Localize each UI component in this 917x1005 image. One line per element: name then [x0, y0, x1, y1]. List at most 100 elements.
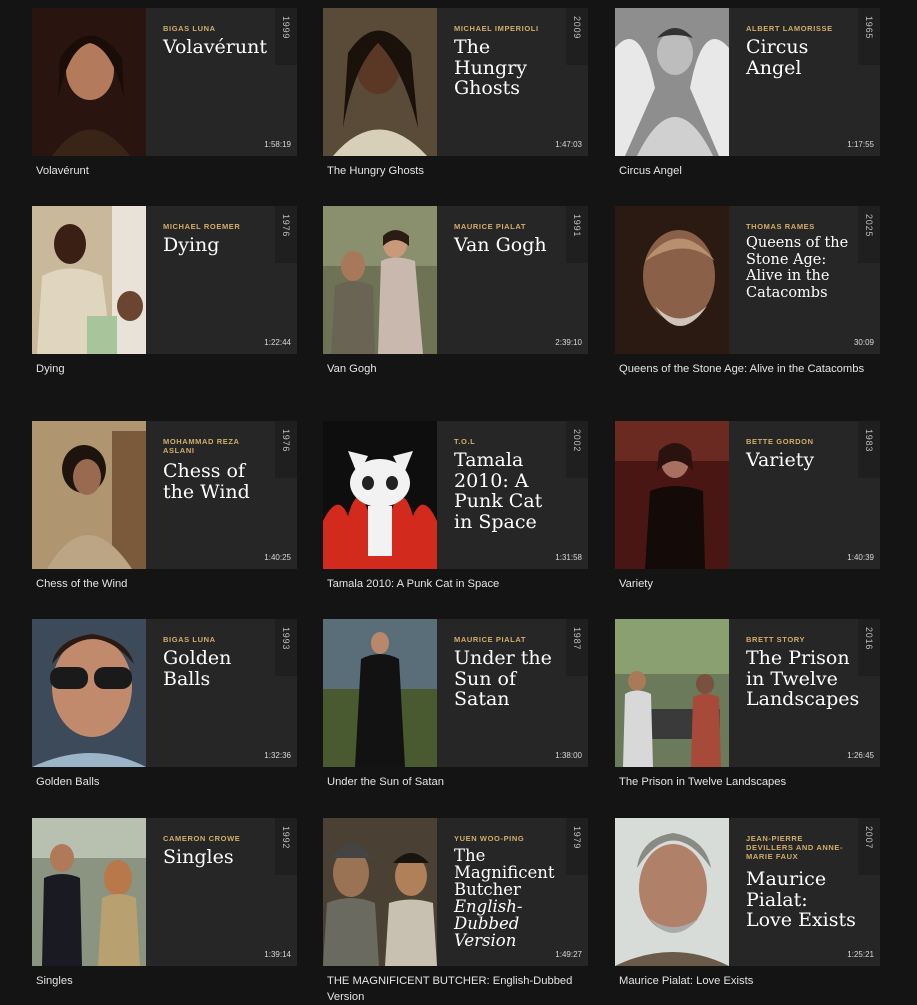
film-tile[interactable]: Maurice Pialat Van Gogh 1991 2:39:10 — [323, 206, 588, 354]
film-tile[interactable]: Michael Imperioli The Hungry Ghosts 2009… — [323, 8, 588, 156]
film-info: Bette Gordon Variety 1983 1:40:39 — [729, 421, 880, 569]
film-title: Golden Balls — [163, 647, 232, 690]
director-label: Yuen Woo-Ping — [454, 834, 525, 843]
film-title: Variety — [746, 449, 815, 471]
release-year: 1979 — [572, 826, 582, 850]
film-title: Queens of the Stone Age: Alive in the Ca… — [746, 235, 849, 301]
director-label: Brett Story — [746, 635, 806, 644]
film-tile[interactable]: Albert Lamorisse Circus Angel 1965 1:17:… — [615, 8, 880, 156]
film-thumbnail[interactable] — [32, 421, 146, 569]
duration-label: 2:39:10 — [555, 338, 582, 347]
duration-label: 1:31:58 — [555, 553, 582, 562]
film-thumbnail[interactable] — [32, 206, 146, 354]
release-year: 2002 — [572, 429, 582, 453]
film-title: Maurice Pialat: Love Exists — [746, 868, 856, 931]
film-info: Albert Lamorisse Circus Angel 1965 1:17:… — [729, 8, 880, 156]
film-thumbnail[interactable] — [323, 619, 437, 767]
film-info: Michael Roemer Dying 1976 1:22:44 — [146, 206, 297, 354]
film-thumbnail[interactable] — [615, 8, 729, 156]
film-caption[interactable]: The Prison in Twelve Landscapes — [619, 774, 869, 790]
film-caption[interactable]: Volavérunt — [36, 163, 286, 179]
duration-label: 1:40:39 — [847, 553, 874, 562]
film-tile[interactable]: Maurice Pialat Under the Sun of Satan 19… — [323, 619, 588, 767]
duration-label: 1:58:19 — [264, 140, 291, 149]
film-thumbnail[interactable] — [323, 8, 437, 156]
film-caption[interactable]: Van Gogh — [327, 361, 577, 377]
film-tile[interactable]: Bigas Luna Volavérunt 1999 1:58:19 — [32, 8, 297, 156]
release-year: 1976 — [281, 214, 291, 238]
film-info: Maurice Pialat Under the Sun of Satan 19… — [437, 619, 588, 767]
film-caption[interactable]: Variety — [619, 576, 869, 592]
film-caption[interactable]: The Hungry Ghosts — [327, 163, 577, 179]
film-info: Thomas Rames Queens of the Stone Age: Al… — [729, 206, 880, 354]
film-info: Brett Story The Prison in Twelve Landsca… — [729, 619, 880, 767]
director-label: Albert Lamorisse — [746, 24, 833, 33]
duration-label: 1:40:25 — [264, 553, 291, 562]
duration-label: 1:47:03 — [555, 140, 582, 149]
duration-label: 1:26:45 — [847, 751, 874, 760]
release-year: 1987 — [572, 627, 582, 651]
film-caption[interactable]: Chess of the Wind — [36, 576, 286, 592]
duration-label: 1:32:36 — [264, 751, 291, 760]
director-label: Maurice Pialat — [454, 222, 527, 231]
release-year: 2016 — [864, 627, 874, 651]
film-thumbnail[interactable] — [323, 818, 437, 966]
film-tile[interactable]: Michael Roemer Dying 1976 1:22:44 — [32, 206, 297, 354]
film-grid: Bigas Luna Volavérunt 1999 1:58:19 Volav… — [0, 0, 917, 1003]
film-thumbnail[interactable] — [32, 619, 146, 767]
film-caption[interactable]: Golden Balls — [36, 774, 286, 790]
film-tile[interactable]: Mohammad Reza Aslani Chess of the Wind 1… — [32, 421, 297, 569]
film-info: Cameron Crowe Singles 1992 1:39:14 — [146, 818, 297, 966]
film-tile[interactable]: T.O.L Tamala 2010: A Punk Cat in Space 2… — [323, 421, 588, 569]
duration-label: 1:39:14 — [264, 950, 291, 959]
film-thumbnail[interactable] — [32, 818, 146, 966]
film-caption[interactable]: Circus Angel — [619, 163, 869, 179]
film-caption[interactable]: Singles — [36, 973, 286, 989]
film-tile[interactable]: Jean-Pierre Devillers and Anne-Marie Fau… — [615, 818, 880, 966]
film-thumbnail[interactable] — [32, 8, 146, 156]
film-tile[interactable]: Bigas Luna Golden Balls 1993 1:32:36 — [32, 619, 297, 767]
film-tile[interactable]: Cameron Crowe Singles 1992 1:39:14 — [32, 818, 297, 966]
film-title: Singles — [163, 846, 234, 868]
film-info: Mohammad Reza Aslani Chess of the Wind 1… — [146, 421, 297, 569]
film-caption[interactable]: Tamala 2010: A Punk Cat in Space — [327, 576, 577, 592]
film-title: Van Gogh — [454, 234, 547, 256]
director-label: Bigas Luna — [163, 635, 216, 644]
film-info: Bigas Luna Volavérunt 1999 1:58:19 — [146, 8, 297, 156]
film-caption[interactable]: Queens of the Stone Age: Alive in the Ca… — [619, 361, 869, 377]
release-year: 2025 — [864, 214, 874, 238]
film-title: Under the Sun of Satan — [454, 647, 552, 710]
film-thumbnail[interactable] — [615, 619, 729, 767]
release-year: 1992 — [281, 826, 291, 850]
film-title: The Prison in Twelve Landscapes — [746, 647, 860, 710]
film-thumbnail[interactable] — [615, 421, 729, 569]
film-info: Jean-Pierre Devillers and Anne-Marie Fau… — [729, 818, 880, 966]
release-year: 1976 — [281, 429, 291, 453]
film-thumbnail[interactable] — [615, 818, 729, 966]
film-title: Chess of the Wind — [163, 460, 250, 503]
film-caption[interactable]: THE MAGNIFICENT BUTCHER: English-Dubbed … — [327, 973, 577, 1005]
film-thumbnail[interactable] — [323, 421, 437, 569]
duration-label: 1:17:55 — [847, 140, 874, 149]
director-label: Bigas Luna — [163, 24, 216, 33]
film-info: T.O.L Tamala 2010: A Punk Cat in Space 2… — [437, 421, 588, 569]
film-tile[interactable]: Thomas Rames Queens of the Stone Age: Al… — [615, 206, 880, 354]
director-label: Thomas Rames — [746, 222, 815, 231]
director-label: Cameron Crowe — [163, 834, 241, 843]
film-caption[interactable]: Maurice Pialat: Love Exists — [619, 973, 869, 989]
film-thumbnail[interactable] — [615, 206, 729, 354]
release-year: 1991 — [572, 214, 582, 238]
film-tile[interactable]: Brett Story The Prison in Twelve Landsca… — [615, 619, 880, 767]
release-year: 1999 — [281, 16, 291, 40]
director-label: Mohammad Reza Aslani — [163, 437, 240, 455]
film-caption[interactable]: Under the Sun of Satan — [327, 774, 577, 790]
director-label: Michael Imperioli — [454, 24, 539, 33]
duration-label: 1:25:21 — [847, 950, 874, 959]
release-year: 2007 — [864, 826, 874, 850]
film-tile[interactable]: Bette Gordon Variety 1983 1:40:39 — [615, 421, 880, 569]
duration-label: 1:49:27 — [555, 950, 582, 959]
film-caption[interactable]: Dying — [36, 361, 286, 377]
film-title: Circus Angel — [746, 36, 809, 79]
film-thumbnail[interactable] — [323, 206, 437, 354]
film-tile[interactable]: Yuen Woo-Ping The Magnificent Butcher En… — [323, 818, 588, 966]
